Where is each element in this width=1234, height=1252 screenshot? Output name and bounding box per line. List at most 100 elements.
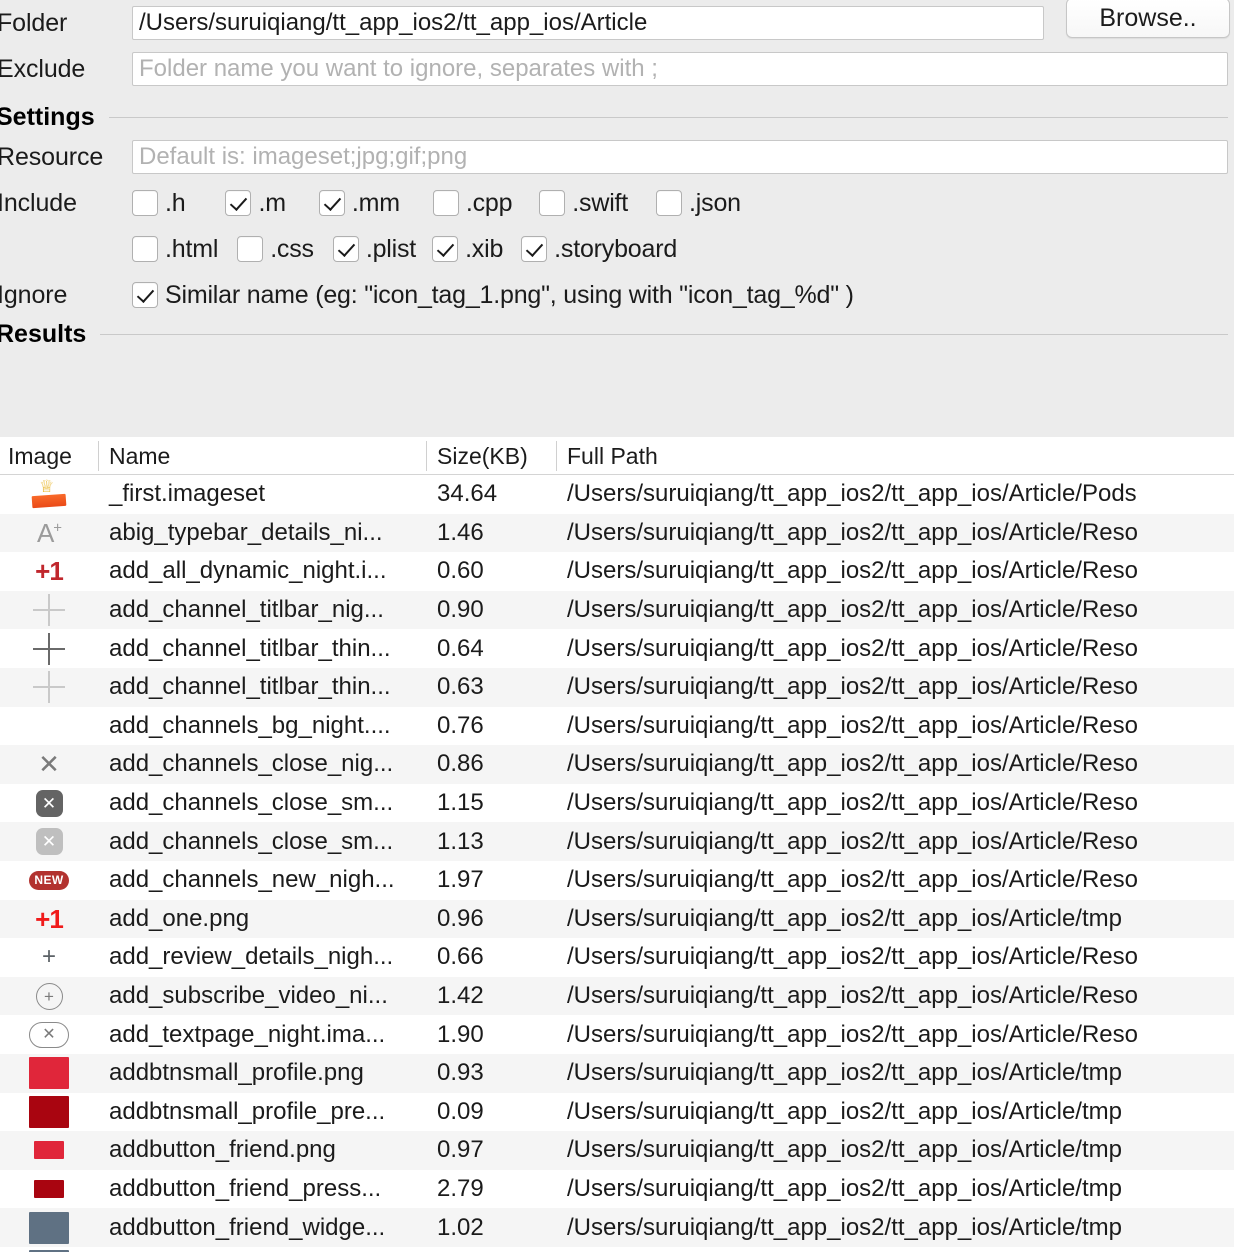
close-filled-light-icon: ✕ — [35, 828, 63, 856]
table-row[interactable]: addbutton_friend.png 0.97/Users/suruiqian… — [0, 1131, 1234, 1170]
cell-image: NEW — [0, 863, 98, 897]
checkbox-item-similar-name[interactable]: Similar name (eg: "icon_tag_1.png", usin… — [132, 281, 854, 310]
thumbnail: ✕ — [29, 825, 69, 859]
cell-fullpath: /Users/suruiqiang/tt_app_ios2/tt_app_ios… — [567, 480, 1137, 508]
checkbox-item-xib[interactable]: .xib — [432, 235, 503, 264]
exclude-label: Exclude — [0, 54, 86, 83]
cell-name: add_review_details_nigh... — [109, 943, 394, 971]
checkbox-label-swift: .swift — [572, 188, 629, 217]
checkbox-item-swift[interactable]: .swift — [539, 189, 628, 218]
checkbox-json[interactable] — [656, 190, 683, 216]
table-row[interactable] — [0, 1246, 1234, 1252]
table-row[interactable]: addbtnsmall_profile.png 0.93/Users/suruiq… — [0, 1053, 1234, 1093]
darkred-rect-large-icon — [29, 1095, 69, 1128]
cell-name: add_channel_titlbar_nig... — [109, 596, 384, 624]
cell-name: add_channel_titlbar_thin... — [109, 634, 391, 662]
results-section-header: Results — [0, 318, 1234, 350]
checkbox-html[interactable] — [132, 236, 158, 262]
checkbox-storyboard[interactable] — [521, 236, 548, 262]
cell-image: ✕ — [0, 1018, 98, 1052]
table-row[interactable]: + add_subscribe_video_ni... 1.42/Users/sur… — [0, 976, 1234, 1016]
cell-image: A+ — [0, 516, 98, 550]
checkbox-item-mm[interactable]: .mm — [318, 189, 400, 218]
cell-name: addbtnsmall_profile.png — [109, 1059, 364, 1087]
cell-size: 0.09 — [437, 1097, 484, 1125]
plus-one-bright-icon: +1 — [35, 903, 64, 934]
table-row[interactable]: A+ abig_typebar_details_ni... 1.46/Users/s… — [0, 513, 1234, 553]
checkbox-mm[interactable] — [318, 190, 345, 216]
table-row[interactable]: +1 add_all_dynamic_night.i... 0.60/Users/s… — [0, 552, 1234, 591]
checkbox-item-html[interactable]: .html — [132, 235, 218, 264]
cell-image: +1 — [0, 554, 98, 588]
cell-fullpath: /Users/suruiqiang/tt_app_ios2/tt_app_ios… — [567, 518, 1138, 546]
cell-name: add_channels_close_nig... — [109, 750, 394, 778]
checkbox-item-m[interactable]: .m — [225, 189, 286, 218]
cell-fullpath: /Users/suruiqiang/tt_app_ios2/tt_app_ios… — [567, 904, 1122, 932]
include-checkbox-group-1: .h .m .mm .cpp .swift .json — [132, 189, 741, 218]
resource-input[interactable]: Default is: imageset;jpg;gif;png — [132, 140, 1228, 174]
cell-size: 1.02 — [437, 1213, 484, 1241]
column-header-size[interactable]: Size(KB) — [426, 437, 556, 475]
a-plus-icon: A+ — [36, 517, 62, 548]
cell-fullpath: /Users/suruiqiang/tt_app_ios2/tt_app_ios… — [567, 866, 1138, 894]
red-rect-large-icon — [29, 1057, 69, 1090]
checkbox-m[interactable] — [225, 190, 252, 216]
include-checkbox-group-2: .html .css .plist .xib .storyboard — [132, 235, 677, 264]
checkbox-xib[interactable] — [432, 236, 459, 262]
checkbox-plist[interactable] — [332, 236, 359, 262]
cell-size: 0.60 — [437, 557, 484, 585]
column-header-name[interactable]: Name — [98, 437, 426, 475]
checkbox-similar-name[interactable] — [132, 282, 158, 308]
folder-input[interactable]: /Users/suruiqiang/tt_app_ios2/tt_app_ios… — [132, 6, 1044, 40]
table-row[interactable]: add_channels_bg_night.... 0.76/Users/suru… — [0, 706, 1234, 746]
thumbnail: ✕ — [29, 747, 69, 781]
table-row[interactable]: ✕ add_channels_close_sm... 1.15/Users/suru… — [0, 783, 1234, 823]
cell-image: +1 — [0, 902, 98, 936]
cell-name: add_channels_bg_night.... — [109, 711, 391, 739]
table-row[interactable]: add_channel_titlbar_thin... 0.64/Users/su… — [0, 629, 1234, 668]
results-table-header: Image Name Size(KB) Full Path — [0, 437, 1234, 475]
table-row[interactable]: ✕ add_channels_close_sm... 1.13/Users/suru… — [0, 822, 1234, 861]
checkbox-swift[interactable] — [539, 190, 566, 216]
table-row[interactable]: ♕ _first.imageset 34.64/Users/suruiqiang/t… — [0, 475, 1234, 514]
checkbox-cpp[interactable] — [432, 190, 459, 216]
table-row[interactable]: addbutton_friend_press... 2.79/Users/suru… — [0, 1169, 1234, 1209]
settings-title: Settings — [0, 102, 95, 131]
table-row[interactable]: +1 add_one.png 0.96/Users/suruiqiang/tt_ap… — [0, 899, 1234, 939]
table-row[interactable]: ✕ add_channels_close_nig... 0.86/Users/sur… — [0, 745, 1234, 784]
checkbox-h[interactable] — [132, 190, 158, 216]
thumbnail — [29, 1095, 69, 1129]
table-row[interactable]: NEW add_channels_new_nigh... 1.97/Users/su… — [0, 860, 1234, 900]
exclude-input[interactable]: Folder name you want to ignore, separate… — [132, 52, 1228, 86]
checkbox-item-plist[interactable]: .plist — [332, 235, 416, 264]
checkbox-item-h[interactable]: .h — [132, 189, 186, 218]
browse-button[interactable]: Browse.. — [1066, 0, 1230, 38]
table-row[interactable]: addbtnsmall_profile_pre... 0.09/Users/sur… — [0, 1092, 1234, 1132]
checkbox-item-cpp[interactable]: .cpp — [432, 189, 512, 218]
thumbnail: ✕ — [29, 1018, 69, 1052]
table-row[interactable]: add_channel_titlbar_thin... 0.63/Users/su… — [0, 667, 1234, 707]
table-row[interactable]: + add_review_details_nigh... 0.66/Users/su… — [0, 938, 1234, 977]
column-header-fullpath[interactable]: Full Path — [556, 437, 1234, 475]
cell-size: 0.97 — [437, 1136, 484, 1164]
cell-image: + — [0, 979, 98, 1013]
cell-image: ✕ — [0, 747, 98, 781]
settings-section-header: Settings — [0, 100, 1234, 134]
thumbnail: + — [29, 979, 69, 1013]
table-row[interactable]: add_channel_titlbar_nig... 0.90/Users/sur… — [0, 590, 1234, 630]
cell-name: add_channels_close_sm... — [109, 789, 394, 817]
cell-fullpath: /Users/suruiqiang/tt_app_ios2/tt_app_ios… — [567, 1213, 1122, 1241]
checkbox-css[interactable] — [237, 236, 264, 262]
cell-size: 0.63 — [437, 673, 484, 701]
results-title: Results — [0, 319, 87, 348]
cell-size: 1.42 — [437, 982, 484, 1010]
checkbox-item-css[interactable]: .css — [237, 235, 314, 264]
checkbox-label-similar-name: Similar name (eg: "icon_tag_1.png", usin… — [165, 280, 854, 309]
checkbox-item-json[interactable]: .json — [656, 189, 741, 218]
checkbox-item-storyboard[interactable]: .storyboard — [521, 235, 677, 264]
column-header-image[interactable]: Image — [0, 437, 98, 475]
table-row[interactable]: ✕ add_textpage_night.ima... 1.90/Users/sur… — [0, 1015, 1234, 1054]
table-row[interactable]: addbutton_friend_widge... 1.02/Users/suru… — [0, 1208, 1234, 1247]
results-table[interactable]: Image Name Size(KB) Full Path ♕ _first.im… — [0, 437, 1234, 1252]
folder-label: Folder — [0, 8, 68, 37]
